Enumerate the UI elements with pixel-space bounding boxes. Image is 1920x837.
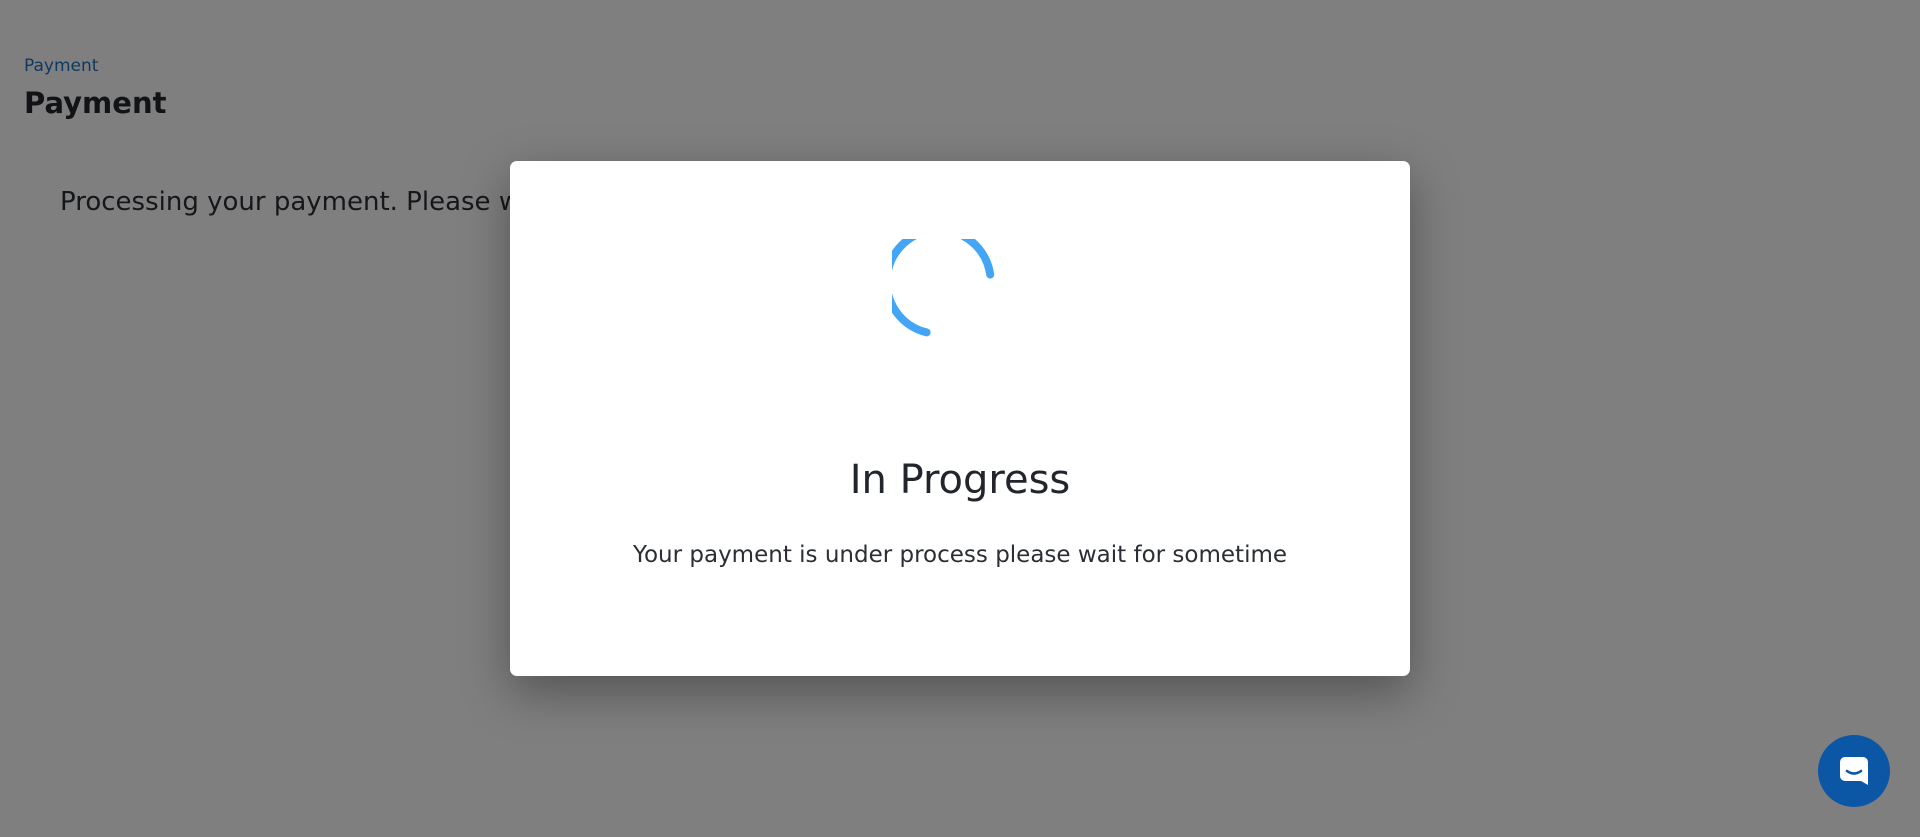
loading-spinner-icon xyxy=(892,239,995,337)
dialog-title: In Progress xyxy=(849,457,1071,503)
chat-launcher-button[interactable] xyxy=(1818,735,1890,807)
dialog-message: Your payment is under process please wai… xyxy=(632,542,1288,568)
chat-icon xyxy=(1840,757,1868,785)
in-progress-dialog: In Progress Your payment is under proces… xyxy=(510,161,1410,676)
